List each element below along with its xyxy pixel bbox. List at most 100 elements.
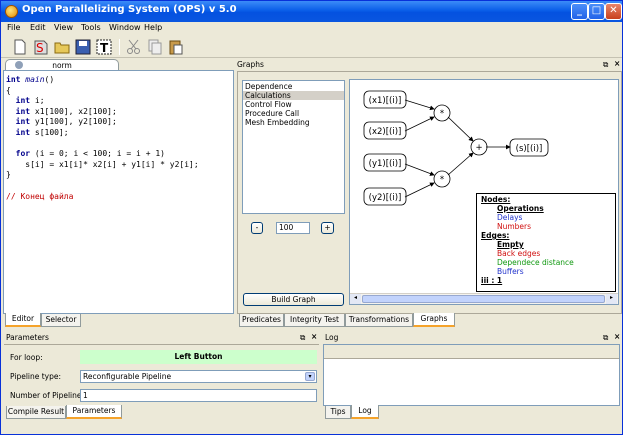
- save-icon[interactable]: [74, 38, 92, 56]
- legend-operations: Operations: [497, 204, 544, 213]
- parameters-panel: For loop: Left Button Pipeline type: Rec…: [4, 344, 319, 406]
- edge-y1-mul: [404, 163, 435, 176]
- code-text[interactable]: int main() { int i; int x1[100], x2[100]…: [6, 75, 199, 202]
- code-function-name: main: [25, 75, 45, 84]
- tab-log[interactable]: Log: [351, 405, 379, 419]
- list-item-dependence[interactable]: Dependence: [245, 82, 292, 91]
- log-output[interactable]: [323, 344, 620, 406]
- zoom-input[interactable]: 100: [276, 222, 310, 234]
- graph-canvas[interactable]: (x1)[(i)] (x2)[(i)] (y1)[(i)] (y2)[(i)] …: [349, 79, 619, 305]
- code-keyword: int: [15, 96, 31, 106]
- node-x2-label: (x2)[(i)]: [369, 127, 402, 137]
- for-loop-value[interactable]: Left Button: [80, 350, 317, 364]
- node-s-label: (s)[(i)]: [516, 144, 543, 154]
- list-item-procedure-call[interactable]: Procedure Call: [245, 109, 299, 118]
- tab-predicates[interactable]: Predicates: [239, 314, 284, 327]
- code-text: i;: [30, 96, 45, 106]
- svg-text:S: S: [36, 41, 44, 55]
- list-item-calculations[interactable]: Calculations: [243, 91, 344, 100]
- tab-selector[interactable]: Selector: [41, 314, 81, 327]
- app-window: Open Parallelizing System (OPS) v 5.0 _ …: [0, 0, 623, 435]
- tab-transformations[interactable]: Transformations: [345, 314, 413, 327]
- paste-icon[interactable]: [167, 38, 185, 56]
- log-panel-title: Log ⧉ ×: [323, 332, 622, 344]
- float-icon[interactable]: ⧉: [603, 60, 608, 70]
- node-x1-label: (x1)[(i)]: [369, 96, 402, 106]
- menu-edit[interactable]: Edit: [30, 23, 46, 32]
- legend-back-edges: Back edges: [497, 249, 541, 258]
- close-panel-icon[interactable]: ×: [311, 332, 317, 341]
- app-icon: [5, 5, 18, 18]
- close-panel-icon[interactable]: ×: [614, 59, 620, 68]
- graphs-title: Graphs: [237, 60, 264, 69]
- log-header: [324, 345, 619, 359]
- code-text: y1[100], y2[100];: [30, 117, 117, 127]
- node-add-label: +: [475, 143, 482, 153]
- code-comment: // Конец файла: [6, 191, 74, 201]
- file-tab-label: norm: [52, 61, 72, 70]
- scroll-right-icon[interactable]: ▸: [606, 294, 617, 304]
- tab-compile-result[interactable]: Compile Result: [6, 406, 66, 419]
- menu-help[interactable]: Help: [144, 23, 162, 32]
- legend-dependece-distance: Dependece distance: [497, 258, 574, 267]
- menu-bar: File Edit View Tools Window Help: [1, 22, 622, 36]
- parameters-tabstrip: Compile Result Parameters: [4, 405, 319, 419]
- title-bar[interactable]: Open Parallelizing System (OPS) v 5.0 _ …: [1, 1, 622, 22]
- close-button[interactable]: ✕: [605, 3, 622, 20]
- num-pipelines-label: Number of Pipelines:: [10, 391, 88, 400]
- graph-horizontal-scrollbar[interactable]: ◂ ▸: [350, 293, 618, 304]
- code-text: x1[100], x2[100];: [30, 106, 117, 116]
- code-keyword: int: [15, 117, 31, 127]
- code-keyword: int: [6, 75, 21, 84]
- code-keyword: int: [15, 106, 31, 116]
- node-y2-label: (y2)[(i)]: [369, 193, 402, 203]
- cut-icon[interactable]: [125, 38, 143, 56]
- menu-tools[interactable]: Tools: [81, 23, 101, 32]
- copy-icon[interactable]: [146, 38, 164, 56]
- chevron-down-icon[interactable]: ▾: [305, 372, 315, 381]
- float-icon[interactable]: ⧉: [603, 333, 608, 343]
- tab-parameters[interactable]: Parameters: [66, 405, 122, 419]
- text-format-icon[interactable]: T: [95, 38, 113, 56]
- list-item-control-flow[interactable]: Control Flow: [245, 100, 292, 109]
- num-pipelines-input[interactable]: 1: [80, 389, 317, 402]
- tab-editor[interactable]: Editor: [5, 313, 41, 327]
- edge-x2-mul: [404, 116, 435, 132]
- menu-file[interactable]: File: [7, 23, 20, 32]
- minimize-button[interactable]: _: [571, 3, 588, 20]
- legend-iii: iii : 1: [481, 276, 503, 285]
- graphs-tabstrip: Predicates Integrity Test Transformation…: [237, 313, 622, 327]
- code-keyword: int: [15, 127, 31, 137]
- log-tabstrip: Tips Log: [323, 405, 620, 419]
- editor-tabstrip: Editor Selector: [3, 313, 234, 327]
- scroll-left-icon[interactable]: ◂: [350, 294, 361, 304]
- tab-integrity-test[interactable]: Integrity Test: [284, 314, 345, 327]
- graph-legend: Nodes: Operations Delays Numbers Edges: …: [476, 193, 616, 292]
- window-title: Open Parallelizing System (OPS) v 5.0: [22, 4, 237, 15]
- close-panel-icon[interactable]: ×: [614, 332, 620, 341]
- legend-empty: Empty: [497, 240, 524, 249]
- maximize-button[interactable]: □: [588, 3, 605, 20]
- legend-delays: Delays: [497, 213, 523, 222]
- pipeline-type-select[interactable]: Reconfigurable Pipeline ▾: [80, 370, 317, 383]
- tab-graphs[interactable]: Graphs: [413, 313, 455, 327]
- menu-window[interactable]: Window: [109, 23, 141, 32]
- legend-edges-heading: Edges:: [481, 231, 510, 240]
- float-icon[interactable]: ⧉: [300, 333, 305, 343]
- list-item-mesh-embedding[interactable]: Mesh Embedding: [245, 118, 310, 127]
- zoom-in-button[interactable]: +: [321, 222, 334, 234]
- build-graph-button[interactable]: Build Graph: [243, 293, 344, 306]
- scroll-thumb[interactable]: [362, 295, 605, 303]
- tab-tips[interactable]: Tips: [325, 406, 351, 419]
- menu-view[interactable]: View: [54, 23, 73, 32]
- graph-type-list[interactable]: Dependence Calculations Control Flow Pro…: [242, 80, 345, 214]
- code-text: s[i] = x1[i]* x2[i] + y1[i] * y2[i];: [25, 159, 199, 169]
- close-file-icon[interactable]: S: [32, 38, 50, 56]
- zoom-out-button[interactable]: -: [251, 222, 263, 234]
- graphs-panel-title: Graphs ⧉ ×: [237, 59, 622, 71]
- new-file-icon[interactable]: [11, 38, 29, 56]
- code-brace: }: [6, 170, 11, 180]
- legend-buffers: Buffers: [497, 267, 524, 276]
- node-mul-1-label: *: [440, 109, 444, 119]
- open-folder-icon[interactable]: [53, 38, 71, 56]
